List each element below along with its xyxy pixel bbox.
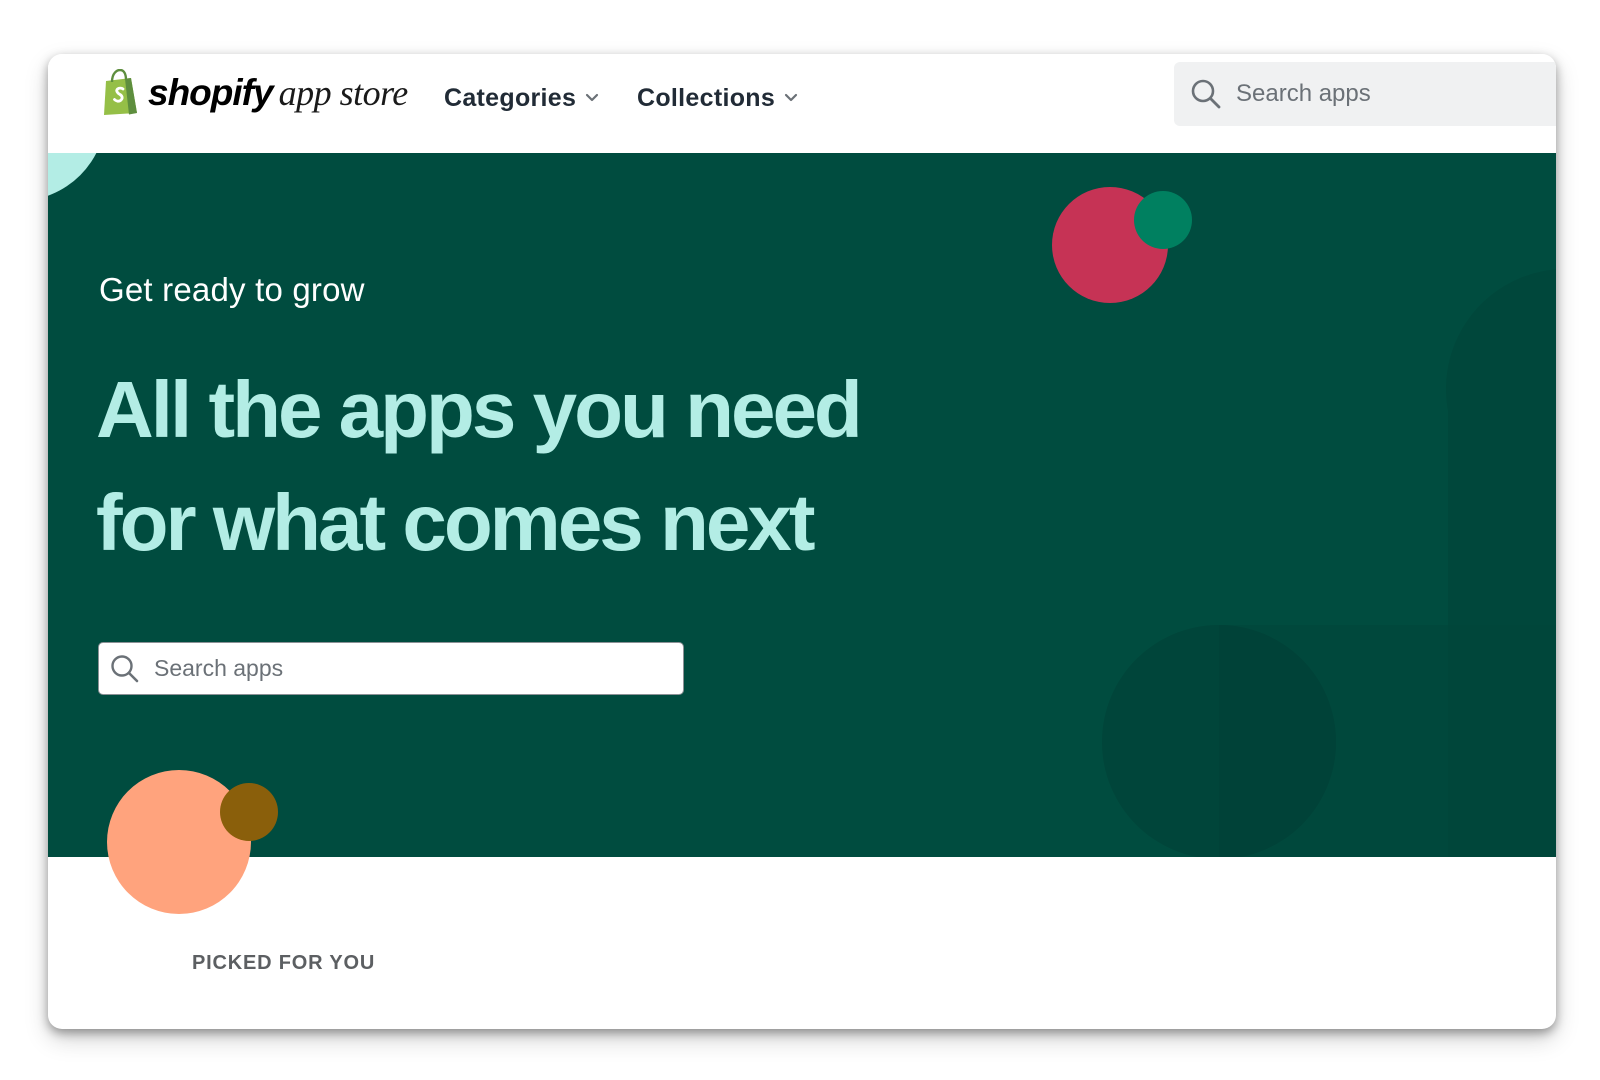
peach-circle-decoration <box>107 770 278 914</box>
nav-collections-label: Collections <box>637 83 776 112</box>
nav-collections[interactable]: Collections <box>637 78 798 118</box>
section-title-picked-for-you: PICKED FOR YOU <box>192 952 376 974</box>
chevron-down-icon <box>586 93 599 102</box>
chevron-down-icon <box>784 93 798 102</box>
search-icon <box>1191 79 1221 109</box>
app-window: shopify app store Categories Collections <box>48 54 1556 1029</box>
header-search-box[interactable] <box>1174 62 1556 126</box>
nav-categories[interactable]: Categories <box>444 78 599 118</box>
nav-categories-label: Categories <box>444 83 577 112</box>
header-search-input[interactable] <box>1234 79 1538 109</box>
